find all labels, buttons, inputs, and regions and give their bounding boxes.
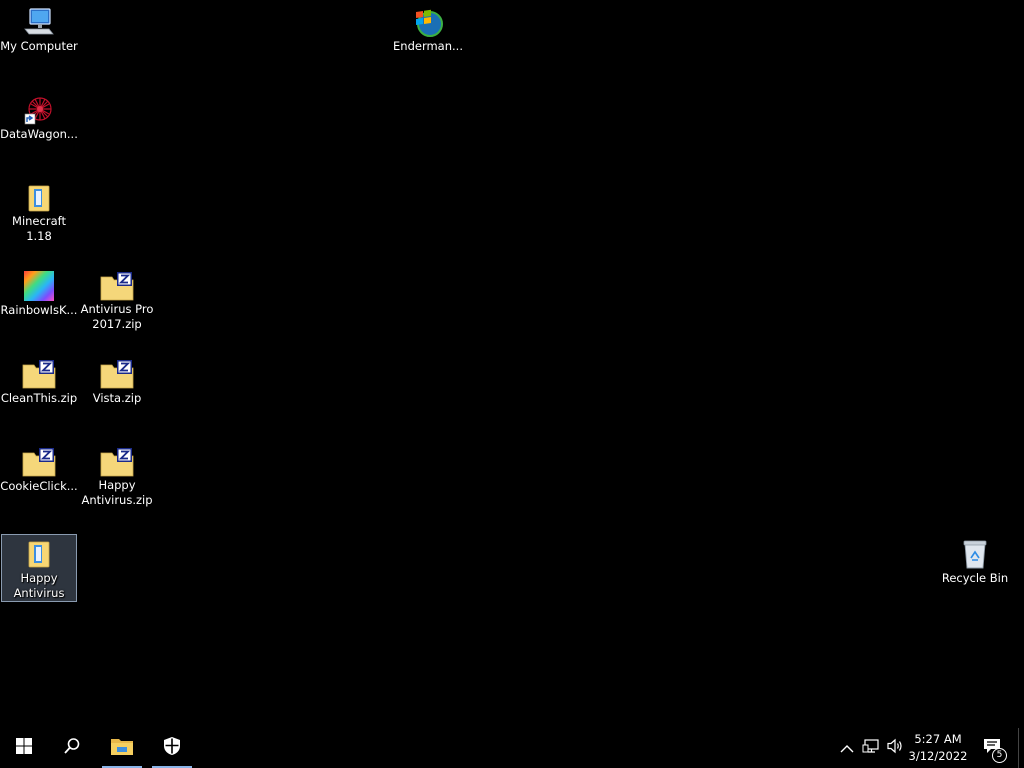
file-explorer-button[interactable]: [102, 728, 142, 768]
taskbar: 5:27 AM 3/12/2022 5: [0, 728, 1024, 768]
desktop-icon-happy-antivirus[interactable]: Happy Antivirus: [1, 534, 77, 602]
desktop-icon-happy-antivirus-zip[interactable]: Happy Antivirus.zip: [79, 442, 155, 508]
windows-start-icon: [15, 737, 33, 759]
rainbow-image-icon: [22, 270, 56, 302]
desktop-icon-label: RainbowIsK...: [0, 303, 78, 317]
start-button[interactable]: [4, 728, 44, 768]
windows-security-button[interactable]: [152, 728, 192, 768]
desktop-icon-recycle-bin[interactable]: Recycle Bin: [937, 534, 1013, 600]
folder-icon: [22, 538, 56, 570]
windows-orb-icon: [411, 6, 445, 38]
shield-icon: [163, 736, 181, 760]
desktop-icon-label: Minecraft 1.18: [12, 214, 66, 243]
desktop-icon-label: CookieClick...: [0, 479, 78, 493]
desktop-icon-antivirus-pro[interactable]: Antivirus Pro 2017.zip: [79, 266, 155, 332]
clock-time: 5:27 AM: [914, 732, 962, 746]
desktop-icon-cleanthis[interactable]: CleanThis.zip: [1, 354, 77, 420]
desktop-icon-label: Enderman...: [393, 39, 463, 53]
desktop-icon-datawagon[interactable]: DataWagon...: [0, 90, 78, 156]
desktop-icon-minecraft[interactable]: Minecraft 1.18: [1, 178, 77, 244]
zip-folder-icon: [100, 270, 134, 301]
network-icon: [862, 738, 880, 758]
zip-folder-icon: [100, 446, 134, 477]
desktop-icon-label: My Computer: [0, 39, 78, 53]
desktop-icon-label: Happy Antivirus: [13, 571, 65, 600]
zip-folder-icon: [100, 358, 134, 390]
desktop-icon-label: DataWagon...: [0, 127, 78, 141]
clock-button[interactable]: 5:27 AM 3/12/2022: [906, 731, 970, 765]
show-hidden-icons-button[interactable]: [838, 728, 856, 768]
file-explorer-icon: [110, 736, 134, 760]
desktop-icon-rainbowisk[interactable]: RainbowIsK...: [1, 266, 77, 332]
network-button[interactable]: [860, 728, 882, 768]
search-button[interactable]: [52, 728, 92, 768]
shortcut-app-icon: [22, 94, 56, 126]
clock-date: 3/12/2022: [908, 749, 968, 763]
computer-icon: [22, 6, 56, 38]
notification-count-badge: 5: [992, 748, 1007, 763]
desktop-icon-label: Recycle Bin: [941, 571, 1009, 585]
desktop-icon-enderman[interactable]: Enderman...: [390, 2, 466, 68]
volume-button[interactable]: [884, 728, 906, 768]
desktop-icon-label: Antivirus Pro 2017.zip: [80, 302, 154, 331]
recycle-bin-icon: [958, 538, 992, 570]
folder-icon: [22, 182, 56, 213]
desktop-icon-vista[interactable]: Vista.zip: [79, 354, 155, 420]
desktop[interactable]: My Computer Enderman... DataWagon... Min…: [0, 0, 1024, 768]
desktop-icon-label: Happy Antivirus.zip: [81, 478, 153, 507]
chevron-up-icon: [840, 739, 854, 758]
desktop-icon-my-computer[interactable]: My Computer: [0, 2, 78, 68]
desktop-icon-label: Vista.zip: [92, 391, 142, 405]
desktop-icon-cookieclick[interactable]: CookieClick...: [0, 442, 78, 508]
zip-folder-icon: [22, 358, 56, 390]
search-icon: [63, 737, 81, 759]
volume-icon: [886, 738, 904, 758]
zip-folder-icon: [22, 446, 56, 478]
desktop-icon-label: CleanThis.zip: [0, 391, 78, 405]
show-desktop-button[interactable]: [1018, 728, 1024, 768]
